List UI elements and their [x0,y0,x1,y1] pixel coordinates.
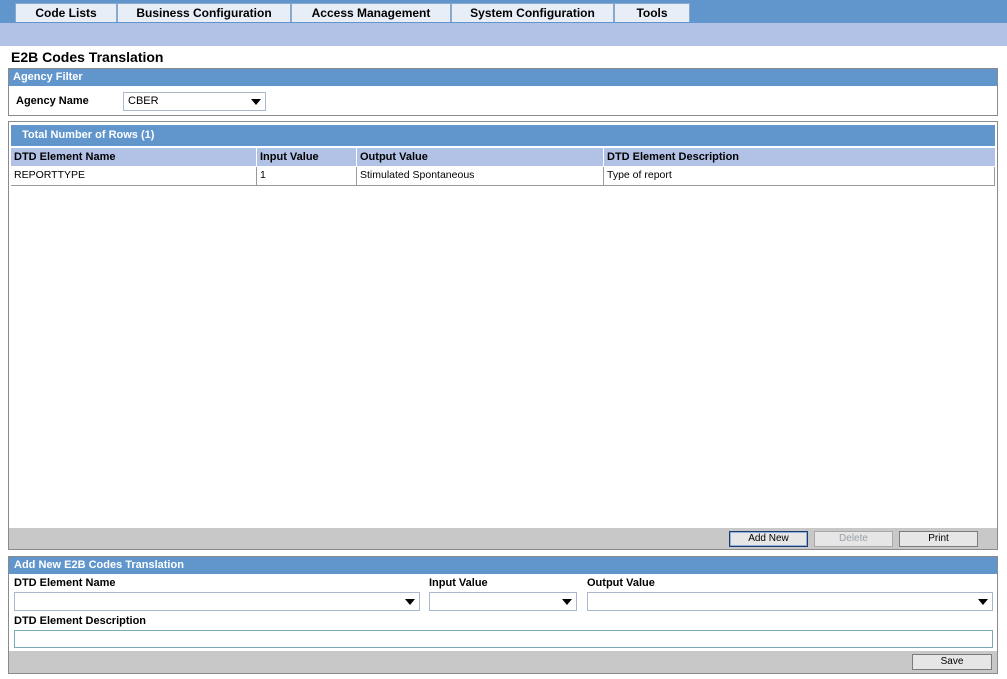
chevron-down-icon [405,599,415,605]
dtd-element-description-input[interactable] [14,630,993,648]
top-menu-bar: Code Lists Business Configuration Access… [0,0,1007,23]
sub-menu-bar [0,23,1007,46]
save-button[interactable]: Save [912,654,992,670]
menu-tab-code-lists[interactable]: Code Lists [15,3,117,22]
agency-name-select[interactable]: CBER [123,92,266,111]
page-title: E2B Codes Translation [11,49,164,65]
add-new-button[interactable]: Add New [729,531,808,547]
cell-dtd-element-description: Type of report [604,167,995,185]
column-header-input-value[interactable]: Input Value [257,148,357,166]
chevron-down-icon [978,599,988,605]
cell-output-value: Stimulated Spontaneous [357,167,604,185]
agency-name-label: Agency Name [16,95,89,107]
add-new-header: Add New E2B Codes Translation [9,557,997,574]
output-value-label: Output Value [587,577,655,589]
results-header: Total Number of Rows (1) [11,125,995,146]
cell-input-value: 1 [257,167,357,185]
delete-button[interactable]: Delete [814,531,893,547]
menu-tab-access-management[interactable]: Access Management [291,3,451,22]
cell-dtd-element-name: REPORTTYPE [11,167,257,185]
print-button[interactable]: Print [899,531,978,547]
add-new-toolbar: Save [9,651,997,673]
dtd-element-name-select[interactable] [14,592,420,611]
agency-filter-header: Agency Filter [9,69,997,86]
dtd-element-name-label: DTD Element Name [14,577,116,589]
column-header-dtd-element-description[interactable]: DTD Element Description [604,148,995,166]
output-value-select[interactable] [587,592,993,611]
menu-tab-business-configuration[interactable]: Business Configuration [117,3,291,22]
menu-tab-system-configuration[interactable]: System Configuration [451,3,614,22]
add-new-panel: Add New E2B Codes Translation DTD Elemen… [8,556,998,674]
menu-tab-tools[interactable]: Tools [614,3,690,22]
column-header-output-value[interactable]: Output Value [357,148,604,166]
chevron-down-icon [562,599,572,605]
column-header-dtd-element-name[interactable]: DTD Element Name [11,148,257,166]
results-panel: Total Number of Rows (1) DTD Element Nam… [8,121,998,550]
results-grid-header: DTD Element Name Input Value Output Valu… [11,148,995,166]
chevron-down-icon [251,99,261,105]
dtd-element-description-label: DTD Element Description [14,615,147,627]
agency-filter-panel: Agency Filter Agency Name CBER [8,68,998,116]
table-row[interactable]: REPORTTYPE 1 Stimulated Spontaneous Type… [11,167,995,186]
input-value-label: Input Value [429,577,488,589]
agency-name-value: CBER [128,95,159,107]
input-value-select[interactable] [429,592,577,611]
results-toolbar: Add New Delete Print [9,528,997,549]
